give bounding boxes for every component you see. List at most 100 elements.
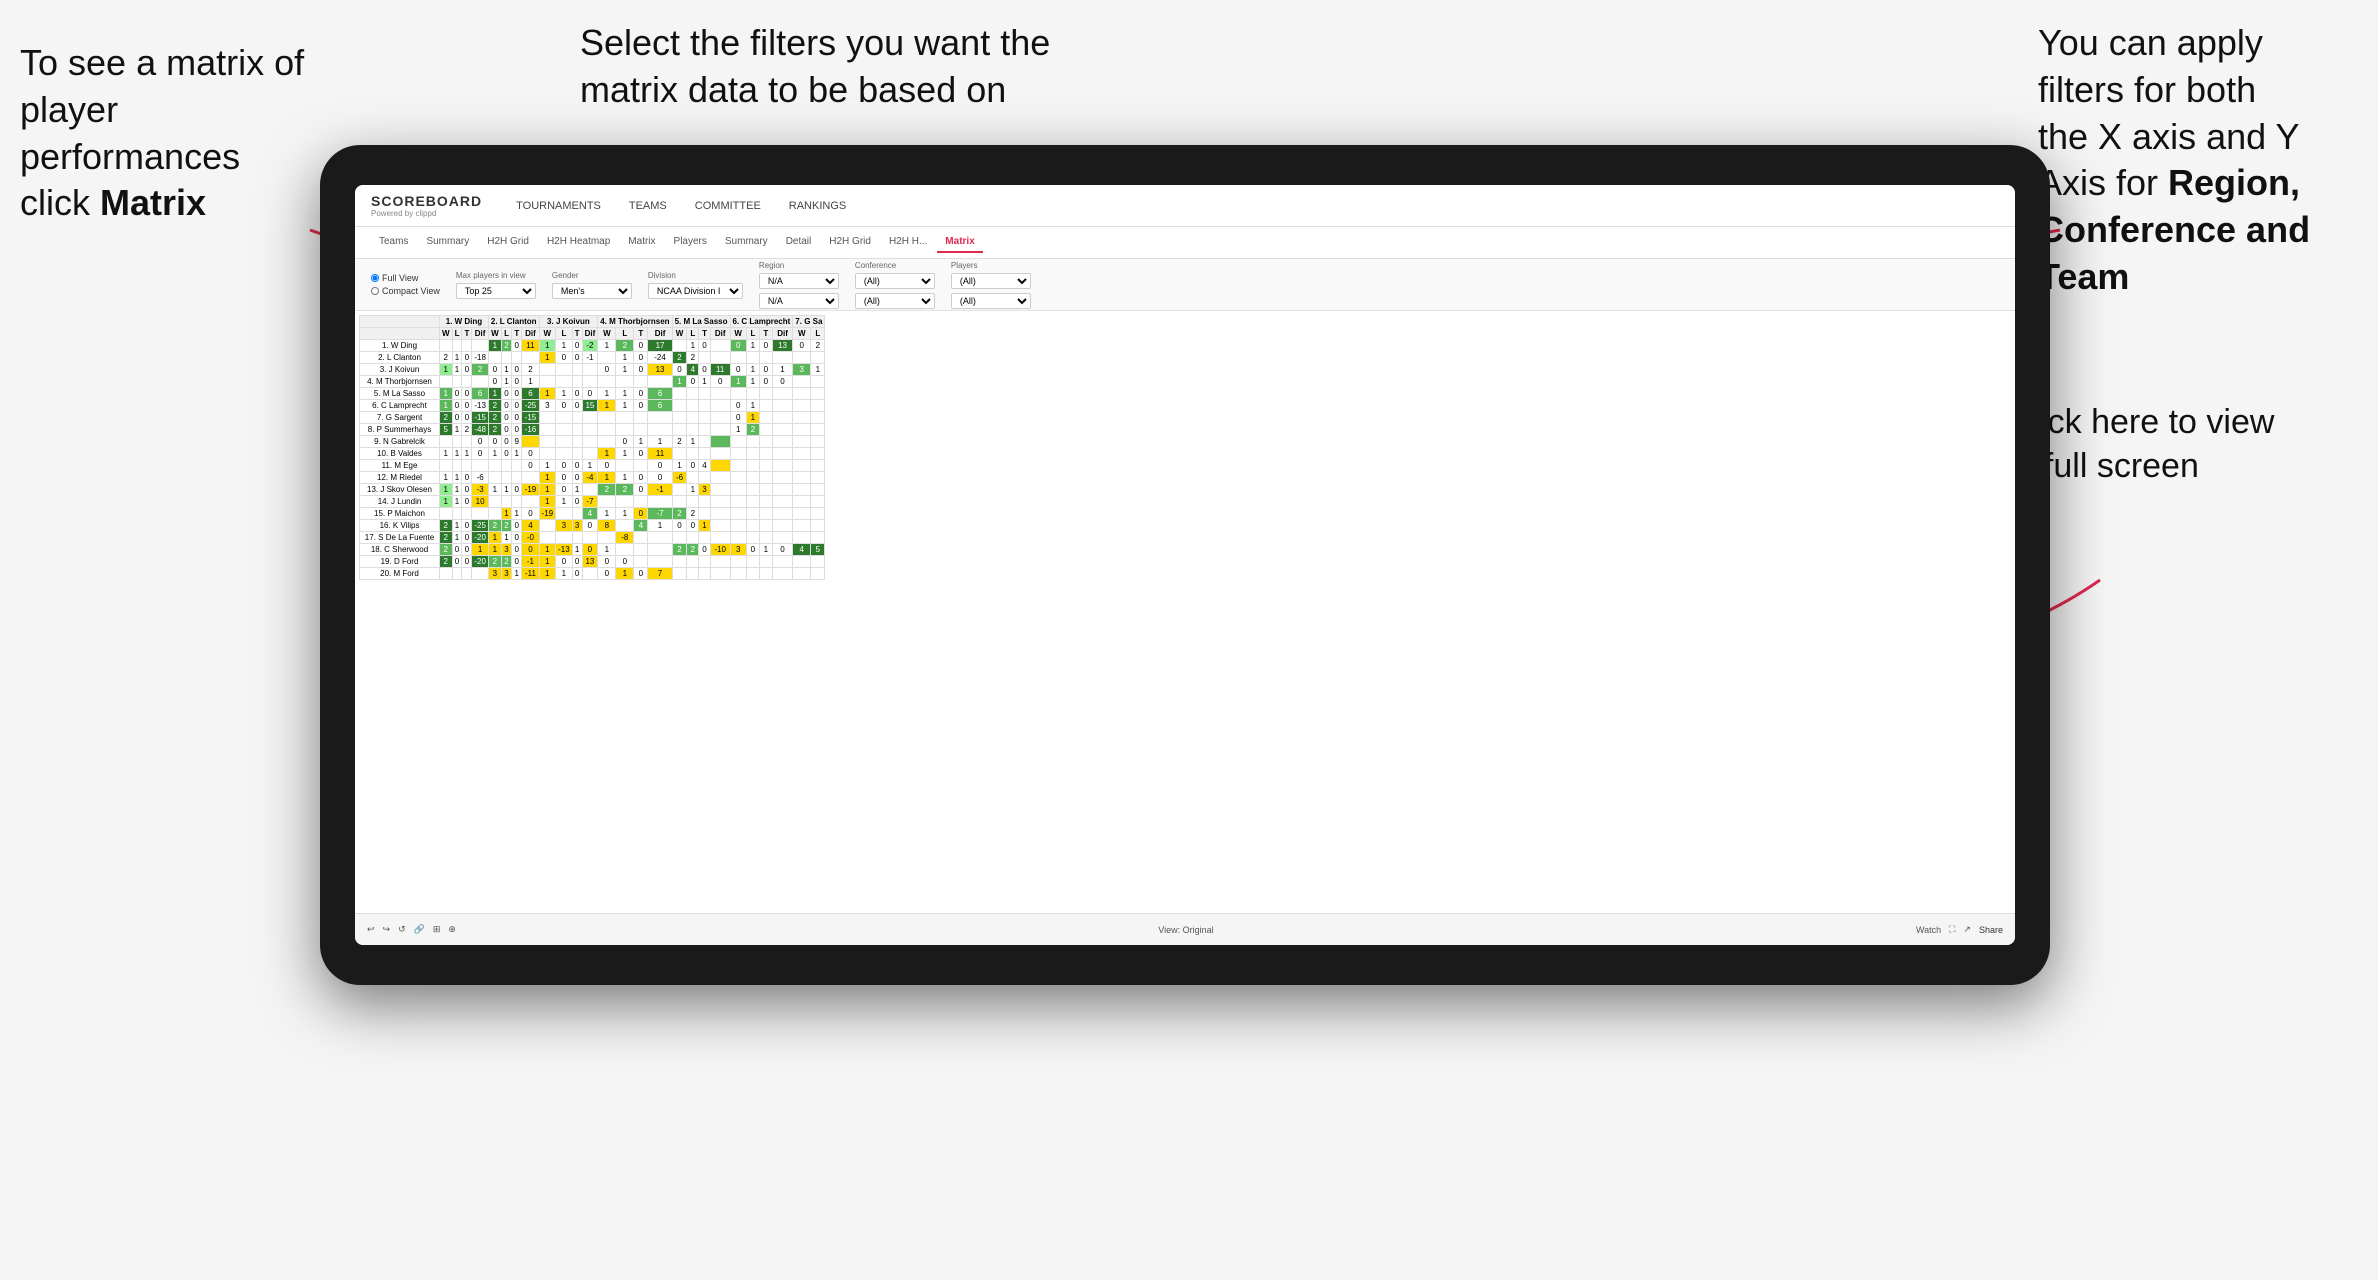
matrix-cell: -15 <box>472 412 489 424</box>
conference-select1[interactable]: (All) <box>855 273 935 289</box>
matrix-cell: -6 <box>472 472 489 484</box>
matrix-cell: 0 <box>582 544 598 556</box>
undo-icon[interactable]: ↩ <box>367 924 375 935</box>
matrix-cell <box>556 412 573 424</box>
redo-icon[interactable]: ↪ <box>383 924 391 935</box>
full-view-radio[interactable] <box>371 274 379 282</box>
matrix-cell <box>772 460 793 472</box>
matrix-cell <box>598 496 616 508</box>
matrix-cell: 0 <box>772 376 793 388</box>
matrix-cell: -25 <box>472 520 489 532</box>
subnav-h2h-heatmap[interactable]: H2H Heatmap <box>539 232 618 253</box>
ann-left-bold: Matrix <box>100 182 206 223</box>
subnav-matrix2[interactable]: Matrix <box>937 232 982 253</box>
sh-l1: L <box>452 328 462 340</box>
compact-view-option[interactable]: Compact View <box>371 286 440 296</box>
subnav-h2h-grid2[interactable]: H2H Grid <box>821 232 879 253</box>
subnav-summary2[interactable]: Summary <box>717 232 776 253</box>
player-name-cell: 15. P Maichon <box>360 508 440 520</box>
nav-rankings[interactable]: RANKINGS <box>785 198 850 214</box>
matrix-cell: 1 <box>452 496 462 508</box>
division-filter: Division NCAA Division I <box>648 271 743 299</box>
matrix-cell: 2 <box>616 340 634 352</box>
matrix-cell: 0 <box>462 364 472 376</box>
bottom-bar-left: ↩ ↪ ↺ 🔗 ⊞ ⊕ <box>367 924 456 935</box>
screen-icon[interactable]: ⛶ <box>1949 924 1955 935</box>
matrix-cell <box>539 520 556 532</box>
matrix-cell: 0 <box>462 532 472 544</box>
conference-select2[interactable]: (All) <box>855 293 935 309</box>
player-name-cell: 13. J Skov Olesen <box>360 484 440 496</box>
player-name-cell: 17. S De La Fuente <box>360 532 440 544</box>
region-select2[interactable]: N/A <box>759 293 839 309</box>
region-select1[interactable]: N/A <box>759 273 839 289</box>
matrix-cell <box>793 472 811 484</box>
watch-label[interactable]: Watch <box>1916 925 1941 935</box>
matrix-cell <box>501 352 511 364</box>
matrix-cell: 1 <box>634 436 648 448</box>
subnav-matrix1[interactable]: Matrix <box>620 232 663 253</box>
players-select1[interactable]: (All) <box>951 273 1031 289</box>
matrix-cell <box>699 556 711 568</box>
sh-w7: W <box>793 328 811 340</box>
matrix-cell: 0 <box>512 532 522 544</box>
subnav-h2h-h[interactable]: H2H H... <box>881 232 935 253</box>
matrix-cell: 1 <box>746 364 759 376</box>
sh-d1: Dif <box>472 328 489 340</box>
matrix-cell: 4 <box>522 520 539 532</box>
view-original-label[interactable]: View: Original <box>1158 925 1213 935</box>
zoom-icon[interactable]: ⊕ <box>448 924 456 935</box>
nav-teams[interactable]: TEAMS <box>625 198 671 214</box>
matrix-cell <box>730 568 746 580</box>
matrix-cell: 0 <box>730 412 746 424</box>
matrix-cell: 3 <box>730 544 746 556</box>
matrix-cell: 0 <box>572 568 582 580</box>
matrix-cell <box>699 532 711 544</box>
table-row: 18. C Sherwood200113001-13101220-1030104… <box>360 544 825 556</box>
matrix-cell <box>772 352 793 364</box>
matrix-cell: 2 <box>672 436 687 448</box>
matrix-cell <box>616 544 634 556</box>
subnav-detail[interactable]: Detail <box>778 232 820 253</box>
link-icon[interactable]: 🔗 <box>414 924 425 935</box>
subnav-players[interactable]: Players <box>666 232 715 253</box>
nav-tournaments[interactable]: TOURNAMENTS <box>512 198 605 214</box>
layout-icon[interactable]: ⊞ <box>433 924 441 935</box>
matrix-cell: 1 <box>501 376 511 388</box>
matrix-cell: 2 <box>687 544 699 556</box>
share-button[interactable]: Share <box>1979 925 2003 935</box>
subnav-teams[interactable]: Teams <box>371 232 416 253</box>
gender-filter: Gender Men's <box>552 271 632 299</box>
matrix-cell <box>616 496 634 508</box>
matrix-cell <box>598 424 616 436</box>
subnav-h2h-grid[interactable]: H2H Grid <box>479 232 537 253</box>
gender-select[interactable]: Men's <box>552 283 632 299</box>
table-row: 8. P Summerhays512-48200-1612 <box>360 424 825 436</box>
division-select[interactable]: NCAA Division I <box>648 283 743 299</box>
compact-view-radio[interactable] <box>371 287 379 295</box>
subnav-summary1[interactable]: Summary <box>418 232 477 253</box>
share-icon[interactable]: ↗ <box>1963 924 1971 935</box>
sh-d2: Dif <box>522 328 539 340</box>
matrix-cell: 13 <box>582 556 598 568</box>
matrix-area[interactable]: 1. W Ding 2. L Clanton 3. J Koivun 4. M … <box>355 311 2015 913</box>
matrix-cell: 0 <box>634 508 648 520</box>
matrix-cell <box>522 496 539 508</box>
matrix-cell: 1 <box>598 400 616 412</box>
logo-text: SCOREBOARD <box>371 193 482 209</box>
matrix-cell <box>759 460 772 472</box>
max-players-select[interactable]: Top 25 <box>456 283 536 299</box>
ann-center-text: Select the filters you want the matrix d… <box>580 22 1050 110</box>
nav-committee[interactable]: COMMITTEE <box>691 198 765 214</box>
sh-w6: W <box>730 328 746 340</box>
refresh-icon[interactable]: ↺ <box>398 924 406 935</box>
matrix-cell: 0 <box>512 376 522 388</box>
matrix-cell: 2 <box>811 340 825 352</box>
full-view-option[interactable]: Full View <box>371 273 440 283</box>
matrix-cell <box>488 352 501 364</box>
matrix-cell <box>759 424 772 436</box>
col-header-3: 3. J Koivun <box>539 316 598 328</box>
matrix-cell <box>699 412 711 424</box>
matrix-cell: 0 <box>793 340 811 352</box>
players-select2[interactable]: (All) <box>951 293 1031 309</box>
